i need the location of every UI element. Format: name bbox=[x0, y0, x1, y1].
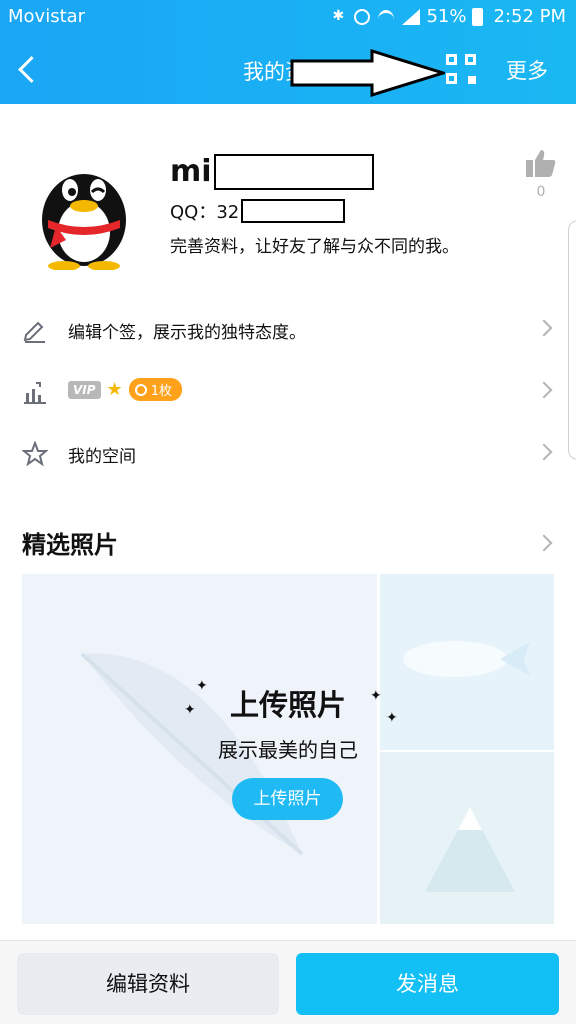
upload-subtitle: 展示最美的自己 bbox=[218, 738, 358, 762]
battery-icon bbox=[472, 7, 484, 26]
like-button[interactable]: 0 bbox=[524, 148, 558, 200]
pencil-icon bbox=[23, 321, 45, 343]
coin-icon bbox=[134, 383, 147, 396]
clock: 2:52 PM bbox=[493, 6, 566, 27]
level-chart-icon bbox=[24, 382, 46, 404]
my-space-label: 我的空间 bbox=[68, 447, 136, 467]
edge-panel-handle[interactable] bbox=[568, 220, 576, 460]
chevron-right-icon bbox=[535, 381, 553, 399]
edit-profile-button[interactable]: 编辑资料 bbox=[17, 953, 279, 1015]
send-message-button[interactable]: 发消息 bbox=[296, 953, 559, 1015]
coin-badge: 1枚 bbox=[128, 378, 182, 401]
star-outline-icon bbox=[22, 441, 48, 467]
vip-badges: VIP ★ 1枚 bbox=[68, 378, 182, 401]
status-bar: Movistar 51% 2:52 PM bbox=[0, 0, 576, 34]
chevron-right-icon bbox=[535, 319, 553, 337]
qr-code-icon[interactable] bbox=[446, 54, 476, 84]
more-button[interactable]: 更多 bbox=[506, 55, 548, 85]
nav-bar: 我的资 更多 bbox=[0, 34, 576, 104]
qq-number-row: QQ：32 bbox=[170, 198, 346, 224]
qq-number: QQ：32 bbox=[170, 202, 240, 223]
back-button[interactable] bbox=[14, 52, 40, 86]
like-count: 0 bbox=[536, 184, 546, 200]
carrier-name: Movistar bbox=[8, 6, 86, 27]
name-row: mi bbox=[170, 154, 374, 190]
status-icons: 51% 2:52 PM bbox=[330, 6, 566, 27]
redacted-box bbox=[213, 154, 374, 190]
wifi-icon bbox=[376, 8, 396, 26]
star-icon: ★ bbox=[106, 379, 123, 400]
signature-label: 编辑个签，展示我的独特态度。 bbox=[68, 323, 306, 343]
signature-row[interactable]: 编辑个签，展示我的独特态度。 bbox=[0, 299, 576, 361]
tree-illustration bbox=[425, 807, 515, 892]
upload-title: 上传照片 bbox=[229, 688, 346, 722]
bottom-action-bar: 编辑资料 发消息 bbox=[0, 940, 576, 1024]
my-space-row[interactable]: 我的空间 bbox=[0, 423, 576, 485]
battery-percent: 51% bbox=[426, 6, 467, 27]
photo-grid[interactable]: ✦ ✦ ✦ ✦ 上传照片 展示最美的自己 上传照片 bbox=[22, 574, 554, 924]
signal-icon bbox=[402, 8, 421, 25]
photo-tile-placeholder bbox=[380, 752, 554, 924]
featured-photos-title[interactable]: 精选照片 bbox=[22, 525, 118, 560]
redacted-box bbox=[241, 199, 346, 223]
upload-photo-button[interactable]: 上传照片 bbox=[232, 778, 343, 820]
avatar[interactable] bbox=[34, 150, 134, 270]
coin-count: 1枚 bbox=[150, 384, 172, 399]
thumbs-up-icon bbox=[526, 150, 556, 177]
fish-illustration bbox=[403, 641, 530, 677]
vip-row[interactable]: VIP ★ 1枚 bbox=[0, 361, 576, 423]
vip-badge: VIP bbox=[68, 380, 101, 399]
bluetooth-icon bbox=[330, 8, 348, 26]
alarm-icon bbox=[354, 8, 371, 25]
profile-description[interactable]: 完善资料，让好友了解与众不同的我。 bbox=[170, 232, 459, 257]
profile-name: mi bbox=[170, 154, 212, 189]
annotation-arrow bbox=[290, 49, 445, 97]
top-bar: Movistar 51% 2:52 PM 我的资 更多 bbox=[0, 0, 576, 104]
chevron-right-icon[interactable] bbox=[535, 534, 553, 552]
chevron-right-icon bbox=[535, 443, 553, 461]
